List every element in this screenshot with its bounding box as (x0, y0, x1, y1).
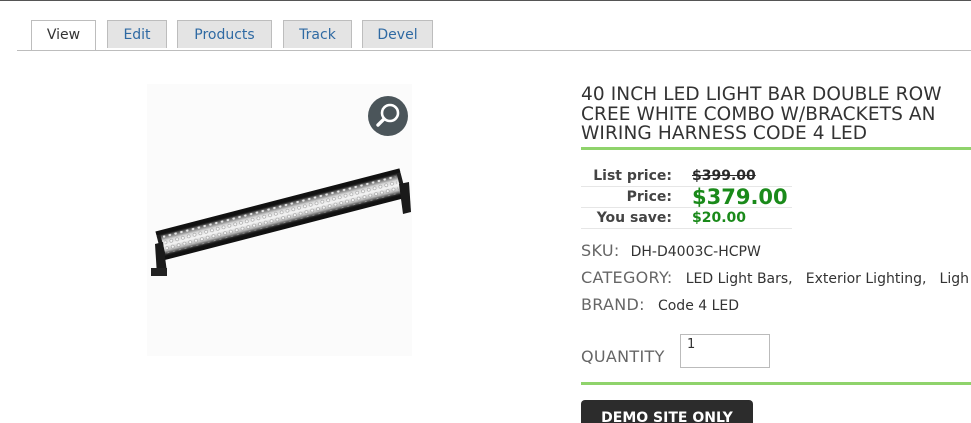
brand-label: BRAND: (581, 295, 645, 314)
category-link[interactable]: LED Light Bars, (686, 271, 793, 287)
sku-value: DH-D4003C-HCPW (630, 244, 761, 260)
sku-label: SKU: (581, 241, 620, 260)
list-price-value: $399.00 (692, 168, 756, 184)
price-table: List price: $399.00 Price: $379.00 You s… (581, 166, 792, 229)
brand-link[interactable]: Code 4 LED (658, 298, 739, 314)
product-title: 40 INCH LED LIGHT BAR DOUBLE ROW CREE WH… (581, 84, 942, 144)
price-row: Price: $379.00 (581, 185, 792, 209)
category-link[interactable]: Exterior Lighting, (806, 271, 927, 287)
you-save-row: You save: $20.00 (581, 208, 792, 229)
zoom-button[interactable] (368, 96, 408, 136)
you-save-value: $20.00 (692, 210, 747, 226)
top-divider (0, 0, 971, 1)
tab-track[interactable]: Track (283, 20, 352, 48)
tab-devel[interactable]: Devel (362, 20, 433, 48)
category-link[interactable]: Ligh (940, 271, 969, 287)
product-page: View Edit Products Track Devel 40 INCH L… (0, 0, 971, 423)
cart-divider (581, 382, 971, 385)
tab-edit[interactable]: Edit (107, 20, 167, 48)
list-price-row: List price: $399.00 (581, 166, 792, 187)
price-value: $379.00 (692, 185, 788, 209)
price-label: Price: (626, 189, 672, 205)
title-underline (581, 147, 971, 150)
tab-view[interactable]: View (31, 20, 96, 50)
magnifier-icon (376, 103, 400, 127)
demo-site-only-button[interactable]: DEMO SITE ONLY (581, 400, 753, 423)
sku-line: SKU: DH-D4003C-HCPW (581, 241, 761, 260)
list-price-label: List price: (593, 168, 672, 184)
tab-products[interactable]: Products (177, 20, 272, 48)
category-line: CATEGORY: LED Light Bars, Exterior Light… (581, 268, 969, 287)
quantity-input[interactable] (680, 334, 770, 368)
you-save-label: You save: (596, 210, 672, 226)
category-label: CATEGORY: (581, 268, 673, 287)
brand-line: BRAND: Code 4 LED (581, 295, 739, 314)
tab-bar: View Edit Products Track Devel (17, 20, 971, 51)
quantity-label: QUANTITY (581, 347, 665, 366)
